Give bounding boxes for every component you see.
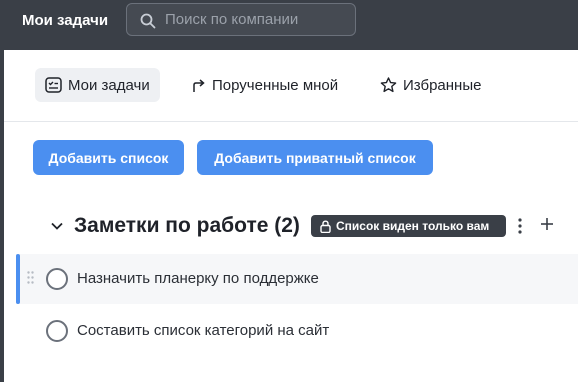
list-title: Заметки по работе (2) (74, 214, 300, 237)
tab-assigned-by-me-label: Порученные мной (212, 76, 339, 94)
add-task-icon[interactable] (540, 217, 554, 231)
star-icon (380, 77, 397, 93)
search-input[interactable] (165, 4, 350, 35)
main-content: Мои задачи Порученные мной Избранные Доб… (4, 50, 578, 382)
drag-handle-icon[interactable] (27, 271, 34, 284)
tabs-divider (4, 121, 578, 122)
selected-indicator (16, 254, 20, 304)
tab-my-tasks-label: Мои задачи (68, 76, 150, 94)
lock-icon (320, 219, 331, 233)
tab-favorites-label: Избранные (403, 76, 482, 94)
more-options-icon[interactable] (518, 218, 522, 234)
chevron-down-icon[interactable] (50, 219, 64, 233)
app-title: Мои задачи (22, 12, 109, 29)
search-icon (140, 13, 156, 29)
tab-favorites[interactable]: Избранные (370, 68, 491, 102)
add-private-list-button[interactable]: Добавить приватный список (197, 140, 433, 175)
tab-assigned-by-me[interactable]: Порученные мной (181, 68, 348, 102)
task-label: Составить список категорий на сайт (77, 322, 330, 339)
task-label: Назначить планерку по поддержке (77, 270, 319, 287)
task-row[interactable]: Составить список категорий на сайт (16, 306, 578, 356)
private-badge-label: Список виден только вам (336, 219, 490, 233)
redirect-arrow-icon (193, 78, 205, 92)
task-checkbox[interactable] (46, 268, 68, 290)
task-row[interactable]: Назначить планерку по поддержке (16, 254, 578, 304)
add-list-button[interactable]: Добавить список (33, 140, 184, 175)
list-header: Заметки по работе (2) Список виден тольк… (4, 210, 578, 246)
search-box[interactable] (126, 3, 356, 36)
task-list-icon (45, 77, 62, 93)
private-badge: Список виден только вам (311, 215, 506, 237)
tab-my-tasks[interactable]: Мои задачи (35, 68, 160, 102)
top-bar: Мои задачи (0, 0, 578, 50)
task-checkbox[interactable] (46, 320, 68, 342)
